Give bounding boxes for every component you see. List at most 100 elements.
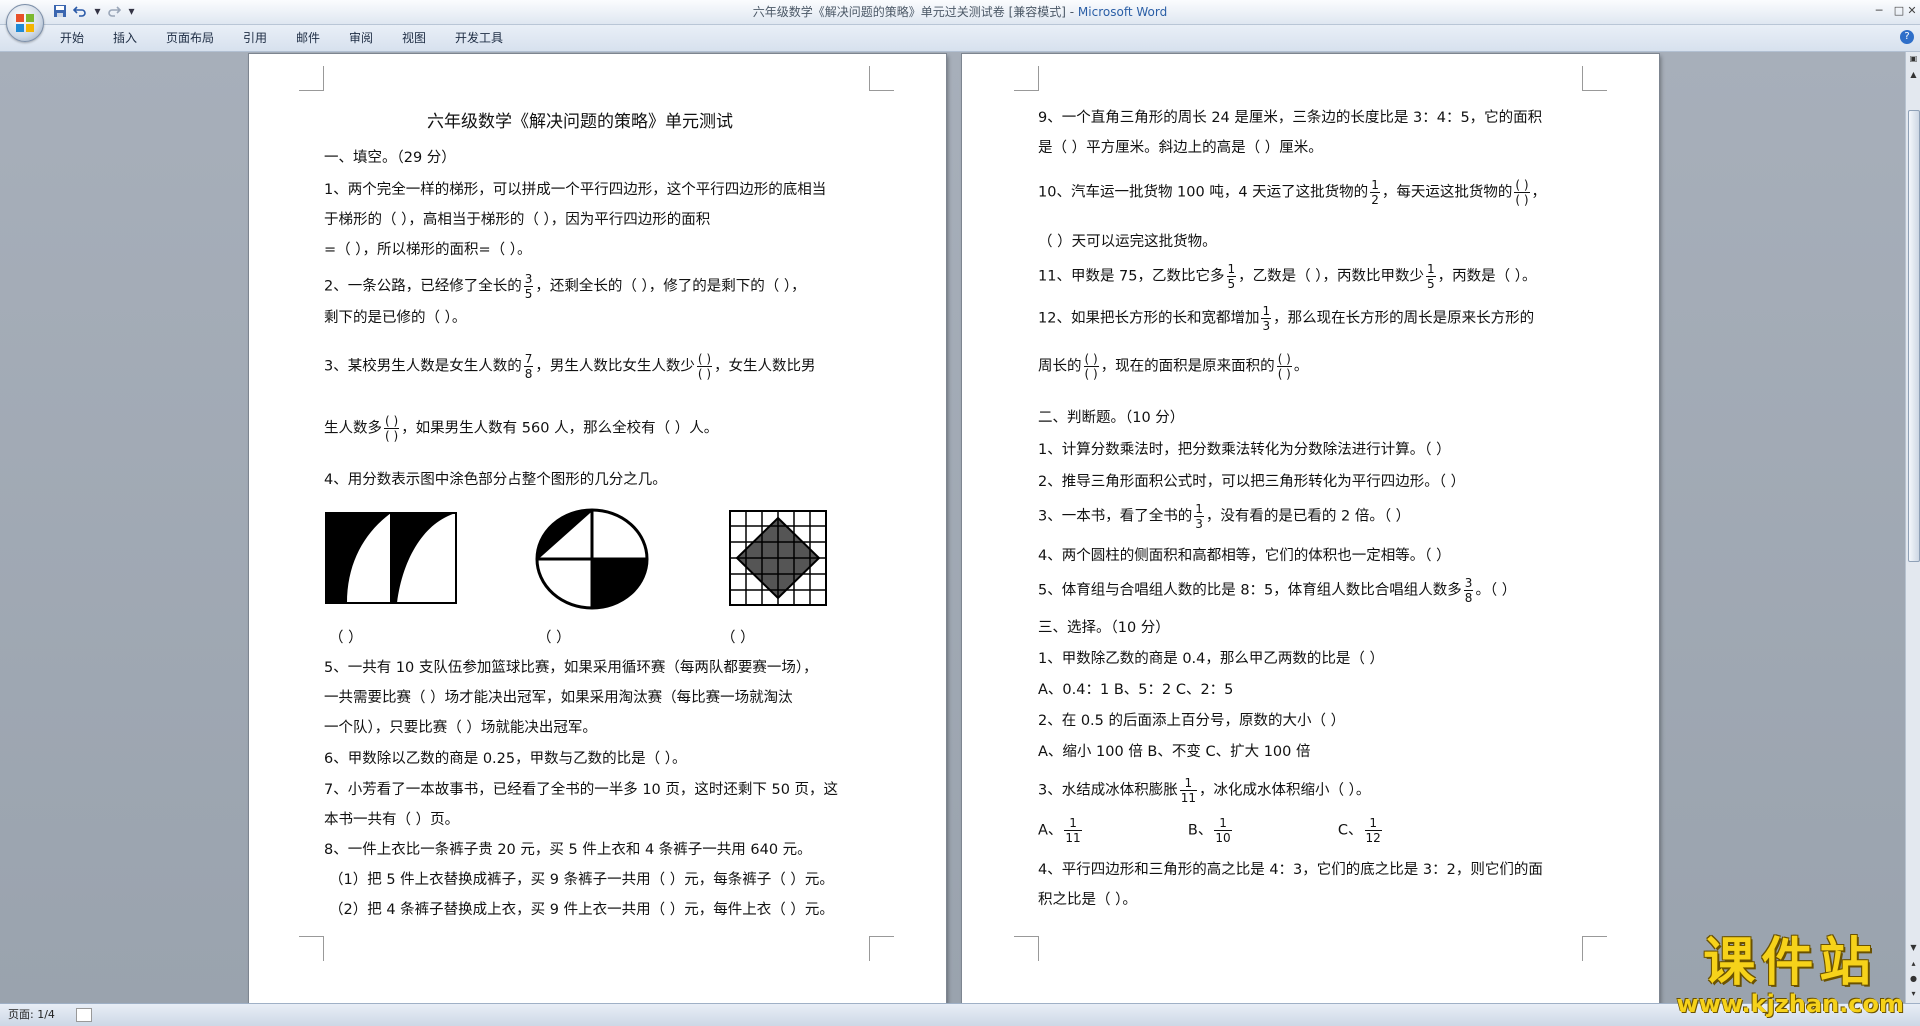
question-text: 3、某校男生人数是女生人数的 7 8 ，男生人数比女生人数少( )( ) ，女生人数比男 [324, 352, 816, 381]
crop-mark [1582, 936, 1607, 961]
denominator: ( ) [1277, 367, 1291, 381]
tab-developer[interactable]: 开发工具 [455, 29, 503, 47]
crop-mark [1582, 66, 1607, 91]
question-text: 一共需要比赛（ ）场才能决出冠军，如果采用淘汰赛（每比赛一场就淘汰 [324, 690, 793, 706]
tab-review[interactable]: 审阅 [349, 29, 373, 47]
question-text: （ ）天可以运完这批货物。 [1038, 234, 1217, 250]
crop-mark [299, 66, 324, 91]
fraction: ( )( ) [1083, 352, 1099, 381]
question-text: 一个队），只要比赛（ ）场就能决出冠军。 [324, 720, 597, 736]
help-icon[interactable]: ? [1900, 30, 1914, 44]
text-run: 3、某校男生人数是女生人数的 [324, 358, 522, 375]
scrollbar-thumb[interactable] [1908, 110, 1920, 562]
document-workspace[interactable]: 六年级数学《解决问题的策略》单元测试 一、填空。（29 分） 1、两个完全一样的… [0, 52, 1905, 1003]
option-label: A、 [1038, 822, 1063, 839]
text-run: 。 [1293, 358, 1309, 375]
next-page-icon[interactable]: ▾ [1906, 987, 1920, 1001]
denominator: ( ) [1515, 193, 1529, 207]
customize-toolbar-icon[interactable]: ▾ [124, 4, 139, 19]
numerator: ( ) [384, 414, 400, 429]
fraction: 12 [1370, 178, 1380, 207]
undo-dropdown-icon[interactable]: ▾ [90, 4, 105, 19]
question-text: 周长的( )( ) ，现在的面积是原来面积的( )( )。 [1038, 352, 1308, 381]
fraction: ( )( ) [1276, 352, 1292, 381]
document-page-1[interactable]: 六年级数学《解决问题的策略》单元测试 一、填空。（29 分） 1、两个完全一样的… [249, 54, 946, 1003]
question-text: =（ ），所以梯形的面积=（ ）。 [324, 242, 532, 258]
tab-page-layout[interactable]: 页面布局 [166, 29, 214, 47]
redo-icon[interactable] [106, 4, 121, 19]
tab-home[interactable]: 开始 [60, 29, 84, 47]
text-run: 10、汽车运一批货物 100 吨，4 天运了这批货物的 [1038, 184, 1369, 201]
numerator: ( ) [1083, 352, 1099, 367]
vertical-scrollbar[interactable]: ▣ ▲ ▼ ▴ ● ▾ [1905, 52, 1920, 1003]
denominator: 11 [1180, 791, 1197, 805]
scroll-up-icon[interactable]: ▲ [1906, 68, 1920, 82]
question-text: 2、推导三角形面积公式时，可以把三角形转化为平行四边形。（ ） [1038, 474, 1466, 490]
text-run: ，丙数是（ ）。 [1437, 268, 1537, 285]
numerator: 1 [1364, 816, 1382, 831]
answer-options: A、 1 11 B、 1 10 C、 1 12 [1038, 816, 1384, 845]
denominator: 5 [1427, 277, 1435, 291]
scroll-down-icon[interactable]: ▼ [1906, 941, 1920, 955]
fraction: 15 [1226, 262, 1237, 291]
crop-mark [869, 66, 894, 91]
question-text: 12、如果把长方形的长和宽都增加 1 3 ，那么现在长方形的周长是原来长方形的 [1038, 304, 1534, 333]
question-text: （2）把 4 条裤子替换成上衣，买 9 件上衣一共用（ ）元，每件上衣（ ）元。 [329, 902, 834, 918]
section-heading: 二、判断题。（10 分） [1038, 410, 1185, 426]
question-text: 生人数多( )( ) ，如果男生人数有 560 人，那么全校有（ ）人。 [324, 414, 718, 443]
numerator: 1 [1261, 304, 1272, 319]
answer-options: A、0.4：1 B、5：2 C、2：5 [1038, 682, 1234, 698]
text-run: ，女生人数比男 [714, 358, 816, 375]
tab-view[interactable]: 视图 [402, 29, 426, 47]
denominator: 8 [1464, 591, 1473, 605]
fraction: ( )( ) [696, 352, 713, 381]
question-text: 5、一共有 10 支队伍参加篮球比赛，如果采用循环赛（每两队都要赛一场）， [324, 660, 818, 676]
text-run: 2、一条公路，已经修了全长的 [324, 278, 522, 295]
text-run: ，每天运这批货物的 [1381, 184, 1513, 201]
minimize-button[interactable]: ─ [1868, 2, 1890, 20]
question-text: 1、甲数除乙数的商是 0.4，那么甲乙两数的比是（ ） [1038, 651, 1385, 667]
previous-page-icon[interactable]: ▴ [1906, 957, 1920, 971]
window-title: 六年级数学《解决问题的策略》单元过关测试卷 [兼容模式] - Microsoft… [0, 0, 1920, 24]
question-text: 11、甲数是 75，乙数比它多 1 5 ，乙数是（ ），丙数比甲数少 1 5 ，丙数是（ ）… [1038, 262, 1537, 291]
numerator: 1 [1426, 262, 1436, 277]
numerator: 7 [523, 352, 534, 367]
office-button[interactable] [6, 4, 44, 42]
tab-mailings[interactable]: 邮件 [296, 29, 320, 47]
proofing-icon[interactable] [76, 1008, 92, 1022]
question-text: 剩下的是已修的（ ）。 [324, 310, 467, 326]
question-text: 5、体育组与合唱组人数的比是 8：5，体育组人数比合唱组人数多 3 8 。（ ） [1038, 576, 1516, 605]
page-count[interactable]: 页面: 1/4 [8, 1007, 55, 1023]
ruler-toggle-icon[interactable]: ▣ [1906, 52, 1920, 66]
denominator: ( ) [1084, 367, 1098, 381]
question-text: 4、两个圆柱的侧面积和高都相等，它们的体积也一定相等。（ ） [1038, 548, 1451, 564]
question-text: 3、水结成冰体积膨胀 1 11 ，冰化成水体积缩小（ ）。 [1038, 776, 1370, 805]
numerator: ( ) [696, 352, 713, 367]
shaded-square-figure [325, 512, 457, 604]
text-run: 。（ ） [1475, 582, 1517, 599]
numerator: ( ) [1276, 352, 1292, 367]
denominator: 5 [1227, 277, 1236, 291]
close-button[interactable]: ✕ [1904, 2, 1920, 20]
question-text: 4、平行四边形和三角形的高之比是 4：3，它们的底之比是 3：2，则它们的面 [1038, 862, 1543, 878]
ribbon-tabs: 开始 插入 页面布局 引用 邮件 审阅 视图 开发工具 ? [0, 25, 1920, 52]
fraction: 78 [523, 352, 534, 381]
crop-mark [299, 936, 324, 961]
undo-icon[interactable] [72, 4, 87, 19]
browse-object-icon[interactable]: ● [1906, 972, 1920, 986]
denominator: 5 [524, 287, 533, 301]
answer-blank: （ ） [329, 630, 363, 646]
question-text: 10、汽车运一批货物 100 吨，4 天运了这批货物的 1 2 ，每天运这批货物的( … [1038, 178, 1546, 207]
shaded-grid-figure [729, 510, 827, 606]
numerator: 1 [1194, 502, 1204, 517]
crop-mark [1014, 936, 1039, 961]
text-run: ，男生人数比女生人数少 [535, 358, 695, 375]
tab-insert[interactable]: 插入 [113, 29, 137, 47]
status-bar: 页面: 1/4 [0, 1003, 1920, 1026]
document-page-2[interactable]: 9、一个直角三角形的周长 24 是厘米，三条边的长度比是 3：4：5，它的面积 … [962, 54, 1659, 1003]
save-icon[interactable] [52, 4, 67, 19]
section-heading: 一、填空。（29 分） [324, 150, 456, 166]
question-text: 4、用分数表示图中涂色部分占整个图形的几分之几。 [324, 472, 667, 488]
question-text: 8、一件上衣比一条裤子贵 20 元，买 5 件上衣和 4 条裤子一共用 640 … [324, 842, 812, 858]
tab-references[interactable]: 引用 [243, 29, 267, 47]
